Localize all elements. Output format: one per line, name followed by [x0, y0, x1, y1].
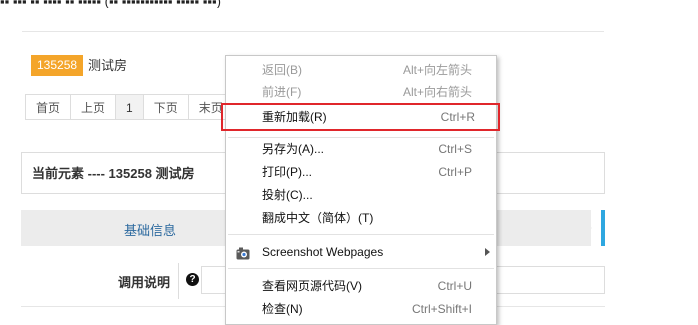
menu-item-label: 重新加载(R)	[262, 110, 327, 124]
pager-page-1[interactable]: 1	[115, 94, 144, 120]
menu-item-shortcut: Ctrl+R	[440, 110, 475, 124]
room-name: 测试房	[88, 58, 128, 73]
menu-item-cast[interactable]: 投射(C)...	[226, 184, 496, 206]
menu-item-view-source[interactable]: 查看网页源代码(V) Ctrl+U	[226, 275, 496, 297]
menu-item-shortcut: Ctrl+S	[438, 142, 472, 156]
menu-item-print[interactable]: 打印(P)... Ctrl+P	[226, 161, 496, 183]
menu-item-forward[interactable]: 前进(F) Alt+向右箭头	[226, 81, 496, 103]
menu-item-label: 前进(F)	[262, 85, 302, 99]
menu-item-back[interactable]: 返回(B) Alt+向左箭头	[226, 59, 496, 81]
menu-separator	[228, 268, 494, 269]
menu-item-label: 打印(P)...	[262, 165, 312, 179]
room-id-badge: 135258	[31, 55, 84, 76]
menu-item-shortcut: Ctrl+U	[437, 279, 472, 293]
tab-arrow-shape	[570, 210, 592, 246]
menu-item-reload[interactable]: 重新加载(R) Ctrl+R	[221, 103, 500, 131]
menu-item-translate[interactable]: 翻成中文（简体）(T)	[226, 207, 496, 229]
menu-item-label: Screenshot Webpages	[262, 245, 384, 259]
menu-item-save-as[interactable]: 另存为(A)... Ctrl+S	[226, 138, 496, 160]
pager-first[interactable]: 首页	[25, 94, 72, 120]
submenu-arrow-icon	[485, 248, 490, 256]
pager-next[interactable]: 下页	[142, 94, 189, 120]
menu-item-shortcut: Alt+向右箭头	[402, 85, 472, 99]
menu-item-label: 检查(N)	[262, 302, 303, 316]
tab-accent-bar	[601, 210, 605, 246]
context-menu: 返回(B) Alt+向左箭头 前进(F) Alt+向右箭头 重新加载(R) Ct…	[221, 55, 500, 325]
menu-item-label: 翻成中文（简体）(T)	[262, 211, 374, 225]
field-label-usage: 调用说明	[118, 275, 171, 290]
menu-item-label: 投射(C)...	[262, 188, 313, 202]
menu-separator	[228, 234, 494, 235]
menu-item-label: 查看网页源代码(V)	[262, 279, 362, 293]
menu-item-shortcut: Ctrl+Shift+I	[411, 302, 472, 316]
menu-item-label: 另存为(A)...	[262, 142, 324, 156]
divider	[22, 31, 604, 32]
cut-off-heading: ▪▪ ▪▪▪ ▪▪ ▪▪▪▪ ▪▪ ▪▪▪▪▪ (▪▪ ▪▪▪▪▪▪▪▪▪▪▪ …	[0, 0, 221, 8]
panel-title: 当前元素 ---- 135258 测试房	[32, 166, 195, 181]
field-separator	[178, 263, 179, 299]
menu-item-shortcut: Ctrl+P	[438, 165, 472, 179]
pager-prev[interactable]: 上页	[70, 94, 117, 120]
pagination: 首页 上页 1 下页 末页	[25, 94, 234, 120]
menu-item-screenshot-webpages[interactable]: Screenshot Webpages	[226, 241, 496, 263]
menu-item-inspect[interactable]: 检查(N) Ctrl+Shift+I	[226, 298, 496, 320]
question-icon[interactable]: ?	[186, 273, 199, 286]
menu-item-label: 返回(B)	[262, 63, 302, 77]
tab-basic-info[interactable]: 基础信息	[124, 220, 176, 239]
camera-icon	[236, 245, 250, 260]
menu-item-shortcut: Alt+向左箭头	[402, 63, 472, 77]
